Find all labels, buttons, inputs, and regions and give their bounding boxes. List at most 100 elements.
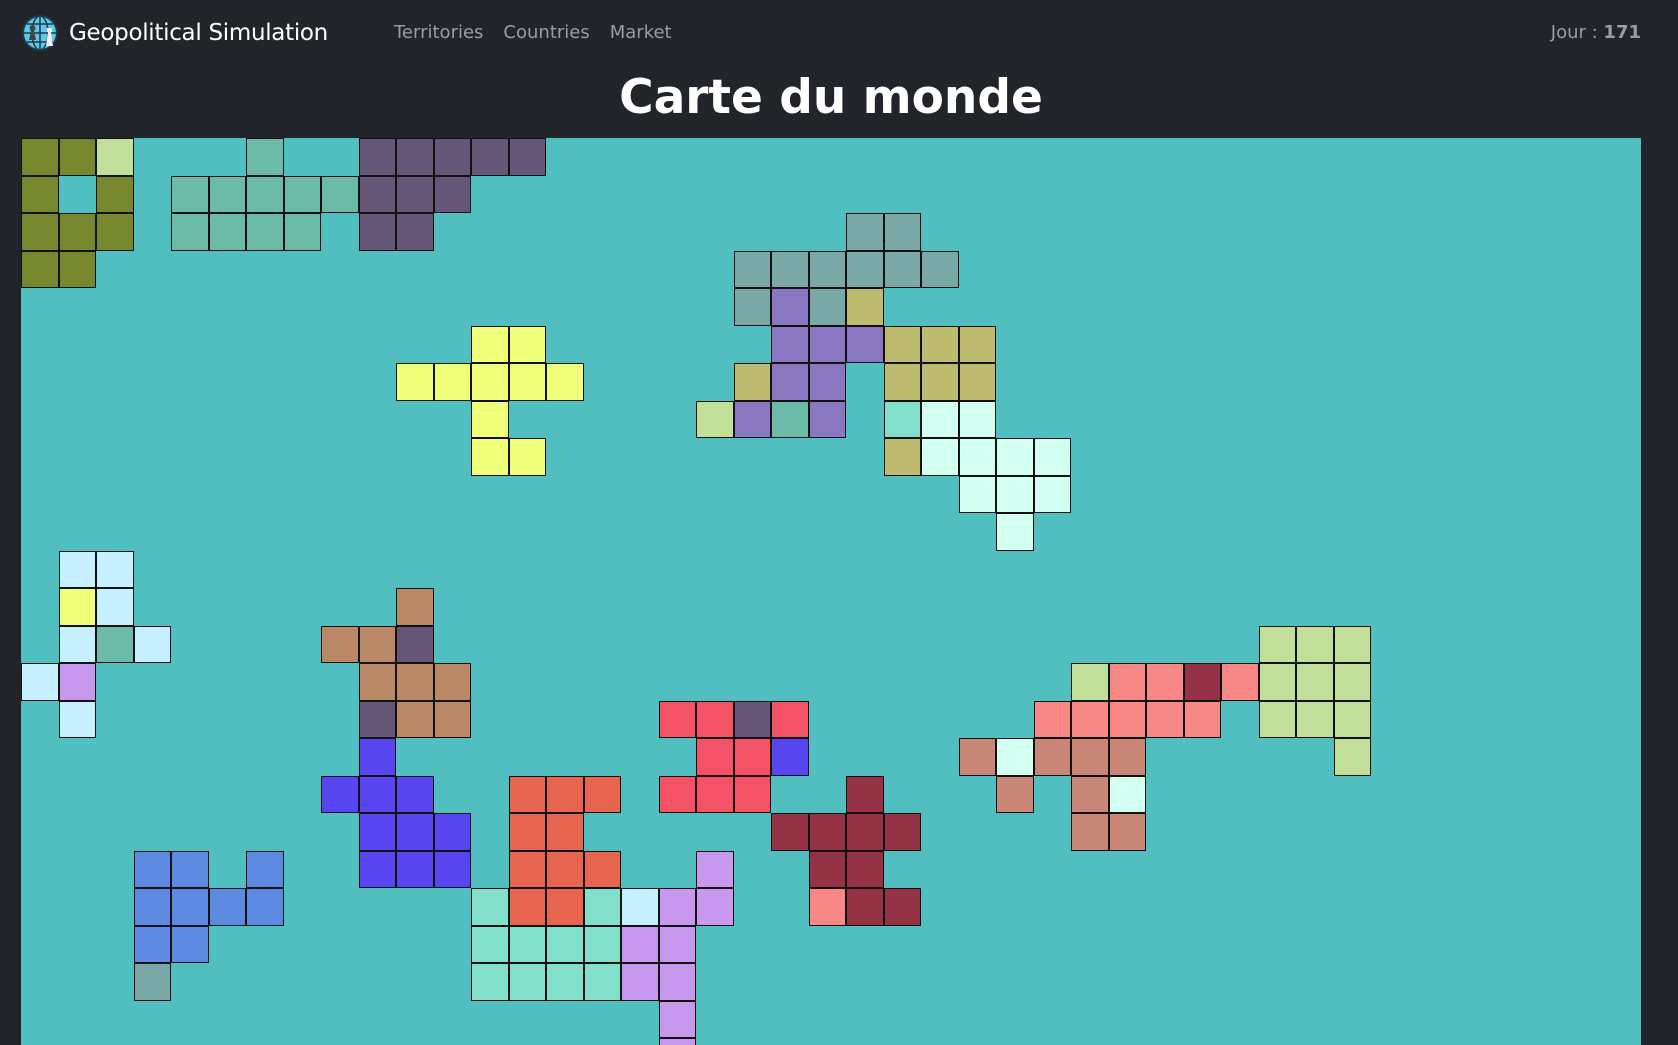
territory-cell[interactable]: [58, 700, 96, 738]
territory-cell[interactable]: [508, 438, 546, 476]
territory-cell[interactable]: [733, 400, 771, 438]
territory-cell[interactable]: [883, 250, 921, 288]
territory-cell[interactable]: [846, 813, 884, 851]
territory-cell[interactable]: [658, 963, 696, 1001]
territory-cell[interactable]: [546, 888, 584, 926]
territory-cell[interactable]: [246, 888, 284, 926]
territory-cell[interactable]: [921, 400, 959, 438]
territory-cell[interactable]: [1333, 625, 1371, 663]
territory-cell[interactable]: [921, 363, 959, 401]
territory-cell[interactable]: [996, 438, 1034, 476]
territory-cell[interactable]: [508, 138, 546, 176]
territory-cell[interactable]: [433, 175, 471, 213]
territory-cell[interactable]: [358, 813, 396, 851]
territory-cell[interactable]: [283, 213, 321, 251]
territory-cell[interactable]: [883, 363, 921, 401]
territory-cell[interactable]: [58, 250, 96, 288]
territory-cell[interactable]: [546, 925, 584, 963]
territory-cell[interactable]: [658, 1038, 696, 1045]
territory-cell[interactable]: [846, 888, 884, 926]
territory-cell[interactable]: [921, 325, 959, 363]
territory-cell[interactable]: [246, 213, 284, 251]
territory-cell[interactable]: [1183, 700, 1221, 738]
territory-cell[interactable]: [1183, 663, 1221, 701]
territory-cell[interactable]: [658, 700, 696, 738]
territory-cell[interactable]: [1071, 813, 1109, 851]
territory-cell[interactable]: [883, 813, 921, 851]
world-map[interactable]: [21, 138, 1641, 1045]
territory-cell[interactable]: [358, 775, 396, 813]
territory-cell[interactable]: [133, 625, 171, 663]
territory-cell[interactable]: [396, 625, 434, 663]
territory-cell[interactable]: [471, 438, 509, 476]
territory-cell[interactable]: [771, 325, 809, 363]
territory-cell[interactable]: [321, 775, 359, 813]
territory-cell[interactable]: [283, 175, 321, 213]
territory-cell[interactable]: [321, 175, 359, 213]
territory-cell[interactable]: [583, 963, 621, 1001]
territory-cell[interactable]: [1333, 700, 1371, 738]
brand-link[interactable]: Geopolitical Simulation: [21, 14, 328, 52]
territory-cell[interactable]: [471, 325, 509, 363]
territory-cell[interactable]: [358, 625, 396, 663]
territory-cell[interactable]: [696, 775, 734, 813]
territory-cell[interactable]: [733, 700, 771, 738]
territory-cell[interactable]: [771, 250, 809, 288]
territory-cell[interactable]: [958, 325, 996, 363]
territory-cell[interactable]: [171, 850, 209, 888]
territory-cell[interactable]: [546, 963, 584, 1001]
territory-cell[interactable]: [171, 213, 209, 251]
territory-cell[interactable]: [546, 813, 584, 851]
territory-cell[interactable]: [1033, 475, 1071, 513]
territory-cell[interactable]: [471, 925, 509, 963]
territory-cell[interactable]: [471, 963, 509, 1001]
territory-cell[interactable]: [1108, 813, 1146, 851]
territory-cell[interactable]: [846, 213, 884, 251]
territory-cell[interactable]: [1146, 700, 1184, 738]
territory-cell[interactable]: [246, 138, 284, 176]
territory-cell[interactable]: [621, 963, 659, 1001]
territory-cell[interactable]: [508, 963, 546, 1001]
territory-cell[interactable]: [58, 550, 96, 588]
territory-cell[interactable]: [658, 925, 696, 963]
nav-link-market[interactable]: Market: [610, 22, 672, 43]
territory-cell[interactable]: [471, 888, 509, 926]
territory-cell[interactable]: [133, 850, 171, 888]
territory-cell[interactable]: [808, 325, 846, 363]
territory-cell[interactable]: [958, 400, 996, 438]
territory-cell[interactable]: [1033, 700, 1071, 738]
territory-cell[interactable]: [433, 363, 471, 401]
territory-cell[interactable]: [733, 288, 771, 326]
territory-cell[interactable]: [1108, 738, 1146, 776]
territory-cell[interactable]: [733, 250, 771, 288]
territory-cell[interactable]: [508, 325, 546, 363]
territory-cell[interactable]: [808, 888, 846, 926]
territory-cell[interactable]: [1071, 663, 1109, 701]
territory-cell[interactable]: [883, 438, 921, 476]
territory-cell[interactable]: [1108, 700, 1146, 738]
territory-cell[interactable]: [508, 813, 546, 851]
territory-cell[interactable]: [1033, 738, 1071, 776]
territory-cell[interactable]: [396, 813, 434, 851]
territory-cell[interactable]: [883, 888, 921, 926]
territory-cell[interactable]: [96, 550, 134, 588]
territory-cell[interactable]: [358, 850, 396, 888]
territory-cell[interactable]: [58, 138, 96, 176]
territory-cell[interactable]: [733, 738, 771, 776]
territory-cell[interactable]: [658, 888, 696, 926]
territory-cell[interactable]: [433, 850, 471, 888]
territory-cell[interactable]: [1296, 663, 1334, 701]
territory-cell[interactable]: [358, 663, 396, 701]
territory-cell[interactable]: [1108, 663, 1146, 701]
territory-cell[interactable]: [1296, 625, 1334, 663]
territory-cell[interactable]: [996, 775, 1034, 813]
territory-cell[interactable]: [58, 213, 96, 251]
territory-cell[interactable]: [396, 175, 434, 213]
territory-cell[interactable]: [96, 138, 134, 176]
territory-cell[interactable]: [958, 738, 996, 776]
territory-cell[interactable]: [1333, 738, 1371, 776]
territory-cell[interactable]: [658, 1000, 696, 1038]
territory-cell[interactable]: [658, 775, 696, 813]
territory-cell[interactable]: [696, 700, 734, 738]
territory-cell[interactable]: [21, 175, 59, 213]
